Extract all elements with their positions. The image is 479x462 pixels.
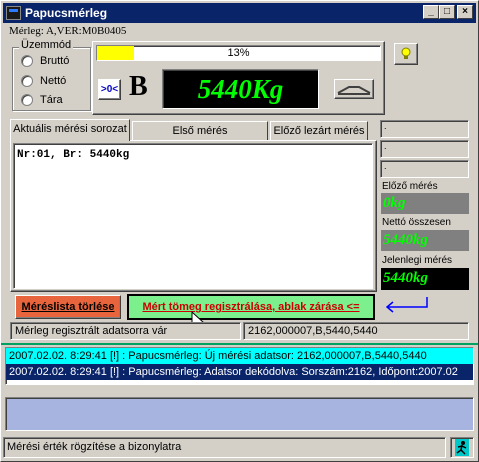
- close-button[interactable]: ×: [457, 5, 473, 19]
- log-list[interactable]: 2007.02.02. 8:29:41 [!] : Papucsmérleg: …: [5, 347, 474, 385]
- main-window: Papucsmérleg _ □ × Mérleg: A,VER:M0B0405…: [0, 0, 479, 462]
- clear-list-button[interactable]: Méréslista törlése: [15, 295, 121, 319]
- radio-netto-label[interactable]: Nettó: [40, 75, 66, 87]
- radio-brutto-label[interactable]: Bruttó: [40, 55, 69, 67]
- maximize-button[interactable]: □: [439, 5, 455, 19]
- raw-data-field: 2162,000007,B,5440,5440: [243, 322, 469, 340]
- current-measurement-value: 5440kg: [381, 268, 469, 290]
- scale-info-label: Mérleg: A,VER:M0B0405: [9, 25, 127, 37]
- scale-platform-icon: [337, 86, 371, 95]
- tab-first-axle-weights[interactable]: Első mérés tengelytömegek: [132, 121, 268, 155]
- register-button[interactable]: Mért tömeg regisztrálása, ablak zárása <…: [127, 294, 375, 320]
- tab-previous-closed[interactable]: Előző lezárt mérés: [270, 121, 368, 141]
- status-bar: Mérési érték rögzítése a bizonylatra: [3, 437, 446, 458]
- weight-value: 5440Kg: [197, 74, 284, 104]
- side-field-2[interactable]: .: [380, 140, 469, 158]
- scale-tare-button[interactable]: [334, 79, 374, 99]
- window-title: Papucsmérleg: [25, 6, 108, 20]
- measurement-line: Nr:01, Br: 5440kg: [17, 149, 130, 161]
- log-detail-area[interactable]: [5, 397, 474, 431]
- prev-measurement-value: 0kg: [381, 193, 469, 214]
- current-measurement-label: Jelenlegi mérés: [382, 255, 453, 266]
- radio-brutto[interactable]: [21, 55, 33, 67]
- log-row-1[interactable]: 2007.02.02. 8:29:41 [!] : Papucsmérleg: …: [6, 348, 473, 364]
- minimize-button[interactable]: _: [423, 5, 439, 19]
- net-total-label: Nettó összesen: [382, 217, 451, 228]
- progress-label: 13%: [227, 47, 250, 59]
- hint-button[interactable]: [394, 43, 418, 65]
- mode-group-label: Üzemmód: [19, 39, 74, 51]
- radio-tara-label[interactable]: Tára: [40, 94, 63, 106]
- title-bar[interactable]: Papucsmérleg: [3, 3, 476, 23]
- prev-measurement-label: Előző mérés: [382, 181, 438, 192]
- lightbulb-icon: [401, 47, 411, 59]
- tab-current-series[interactable]: Aktuális mérési sorozat: [10, 119, 130, 141]
- scale-letter: B: [129, 71, 148, 102]
- divider: [1, 343, 478, 345]
- side-field-3[interactable]: .: [380, 160, 469, 178]
- weight-display: 5440Kg: [162, 69, 319, 109]
- side-field-1[interactable]: .: [380, 120, 469, 138]
- exit-button[interactable]: [450, 437, 474, 458]
- running-man-exit-icon: [455, 439, 469, 456]
- radio-netto[interactable]: [21, 75, 33, 87]
- log-row-2[interactable]: 2007.02.02. 8:29:41 [!] : Papucsmérleg: …: [6, 364, 473, 380]
- scale-status-field: Mérleg regisztrált adatsorra vár: [10, 322, 241, 340]
- radio-tara[interactable]: [21, 94, 33, 106]
- measurement-list[interactable]: Nr:01, Br: 5440kg: [13, 143, 373, 289]
- net-total-value: 5440kg: [381, 230, 469, 251]
- progress-bar: 13%: [96, 45, 381, 61]
- arrow-left-icon: [385, 297, 428, 313]
- zero-button[interactable]: >0<: [98, 79, 121, 100]
- app-icon[interactable]: [6, 6, 21, 20]
